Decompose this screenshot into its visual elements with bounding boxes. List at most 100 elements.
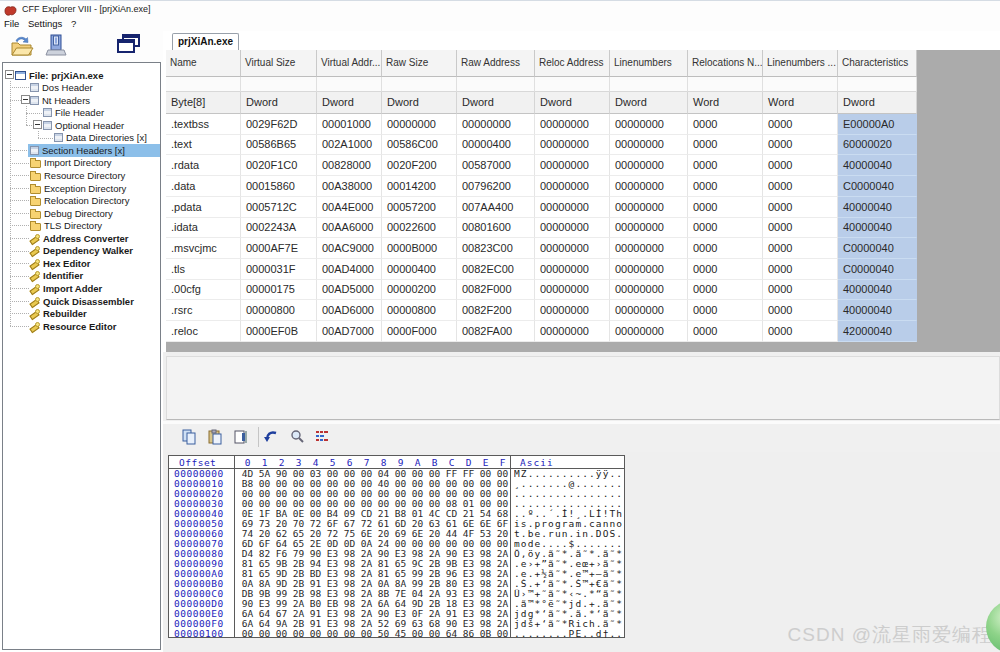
cell[interactable]: C0000040 [838, 238, 917, 259]
cell[interactable]: 0000 [688, 197, 763, 218]
cell[interactable]: 0000B000 [382, 238, 457, 259]
hex-ascii[interactable]: .e›+”ã˜*.eœ+›ã˜* [514, 559, 625, 569]
cell[interactable]: 00000000 [535, 280, 610, 300]
cell[interactable]: 0082EC00 [457, 259, 535, 280]
hex-byte[interactable]: 00 [273, 629, 290, 639]
cell[interactable]: 00015860 [241, 176, 317, 197]
cell[interactable]: 00000800 [382, 300, 457, 321]
hex-ascii[interactable]: ................ [514, 499, 625, 509]
hex-byte[interactable]: 00 [239, 629, 256, 639]
hex-ascii[interactable]: ........PE..d†.. [514, 629, 625, 639]
cell[interactable]: 00796200 [457, 176, 535, 197]
cell[interactable]: 0000 [763, 238, 838, 259]
menu-file[interactable]: File [4, 18, 19, 29]
menu-settings[interactable]: Settings [28, 18, 62, 29]
cell[interactable]: 00A38000 [317, 176, 382, 197]
cell[interactable]: 0000 [688, 155, 763, 176]
cell[interactable]: 00000400 [457, 135, 535, 155]
hex-ascii[interactable]: .e.+½ã˜*.e™+–ã˜* [514, 569, 625, 579]
cell[interactable]: 0000 [688, 300, 763, 321]
cell[interactable]: 00000000 [535, 259, 610, 280]
cell[interactable]: 00586C00 [382, 135, 457, 155]
cell[interactable]: 0000 [688, 321, 763, 342]
cell[interactable]: .rsrc [166, 300, 241, 321]
cell[interactable]: 00000000 [610, 114, 688, 135]
cell[interactable]: 00000200 [382, 280, 457, 300]
hex-byte[interactable]: 00 [307, 629, 324, 639]
cell[interactable]: 00000000 [382, 114, 457, 135]
cell[interactable]: 0005712C [241, 197, 317, 218]
cell[interactable]: 0029F62D [241, 114, 317, 135]
hex-byte[interactable]: 00 [256, 629, 273, 639]
expander-icon[interactable] [5, 70, 14, 79]
cell[interactable]: 40000040 [838, 197, 917, 218]
cell[interactable]: 0082F000 [457, 280, 535, 300]
column-header[interactable]: Virtual Size [241, 50, 317, 77]
cell[interactable]: 00000000 [610, 218, 688, 238]
cell[interactable]: 0000 [763, 218, 838, 238]
cell[interactable]: 002A1000 [317, 135, 382, 155]
cell[interactable]: 0000 [763, 176, 838, 197]
windows-switch-icon[interactable] [116, 33, 140, 59]
cell[interactable]: 00586B65 [241, 135, 317, 155]
tree-item-tls-directory[interactable]: TLS Directory [28, 219, 102, 232]
cell[interactable]: 00823C00 [457, 238, 535, 259]
cell[interactable]: 0020F1C0 [241, 155, 317, 176]
cell[interactable]: 0000 [688, 218, 763, 238]
column-header[interactable]: Virtual Addr... [317, 50, 382, 77]
cell[interactable]: C0000040 [838, 259, 917, 280]
expander-icon[interactable] [33, 120, 42, 129]
cell[interactable]: 40000040 [838, 300, 917, 321]
cell[interactable]: 0000 [763, 155, 838, 176]
cell[interactable]: .text [166, 135, 241, 155]
tree-item-rebuilder[interactable]: Rebuilder [28, 307, 87, 320]
cell[interactable]: 00000000 [610, 176, 688, 197]
cell[interactable]: 0000 [763, 280, 838, 300]
tree-item-resource-editor[interactable]: Resource Editor [28, 320, 116, 333]
cell[interactable]: 0082FA00 [457, 321, 535, 342]
cell[interactable]: 0000 [688, 114, 763, 135]
cell[interactable]: 0000AF7E [241, 238, 317, 259]
tree-item-identifier[interactable]: Identifier [28, 269, 83, 282]
column-header[interactable]: Raw Size [382, 50, 457, 77]
hex-byte[interactable]: 00 [409, 629, 426, 639]
cell[interactable]: 00014200 [382, 176, 457, 197]
cell[interactable]: E00000A0 [838, 114, 917, 135]
hex-settings-icon[interactable] [314, 429, 331, 446]
cell[interactable]: 00000000 [610, 135, 688, 155]
cell[interactable]: .00cfg [166, 280, 241, 300]
column-header[interactable]: Relocations N... [688, 50, 763, 77]
cell[interactable]: 0000 [763, 197, 838, 218]
cell[interactable]: 007AA400 [457, 197, 535, 218]
hex-ascii[interactable]: Û›™+˜ã˜*‹~.*“ã˜* [514, 589, 625, 599]
cell[interactable]: .msvcjmc [166, 238, 241, 259]
column-header[interactable]: Linenumbers [610, 50, 688, 77]
cell[interactable]: 00000400 [382, 259, 457, 280]
cell[interactable]: 00000000 [610, 300, 688, 321]
cell[interactable]: 00828000 [317, 155, 382, 176]
expander-icon[interactable] [21, 95, 30, 104]
cell[interactable]: 0000 [688, 135, 763, 155]
cell[interactable]: .data [166, 176, 241, 197]
cell[interactable]: 00AD5000 [317, 280, 382, 300]
tree-item-relocation-directory[interactable]: Relocation Directory [28, 194, 130, 207]
cell[interactable]: 00000000 [535, 155, 610, 176]
cell[interactable]: 00000000 [535, 114, 610, 135]
tree-item-resource-directory[interactable]: Resource Directory [28, 169, 125, 182]
hex-ascii[interactable]: mode....$....... [514, 539, 625, 549]
cell[interactable]: 00AA6000 [317, 218, 382, 238]
column-header[interactable]: Name [166, 50, 241, 77]
cell[interactable]: .pdata [166, 197, 241, 218]
column-header[interactable]: Raw Address [457, 50, 535, 77]
cell[interactable]: 0002243A [241, 218, 317, 238]
fill-icon[interactable] [233, 429, 250, 446]
cell[interactable]: 0082F200 [457, 300, 535, 321]
cell[interactable]: 00A4E000 [317, 197, 382, 218]
cell[interactable]: C0000040 [838, 176, 917, 197]
cell[interactable]: 0000 [688, 238, 763, 259]
cell[interactable]: 00000175 [241, 280, 317, 300]
column-header[interactable]: Characteristics [838, 50, 917, 77]
paste-icon[interactable] [207, 429, 224, 446]
cell[interactable]: 0000 [688, 280, 763, 300]
cell[interactable]: 0000F000 [382, 321, 457, 342]
